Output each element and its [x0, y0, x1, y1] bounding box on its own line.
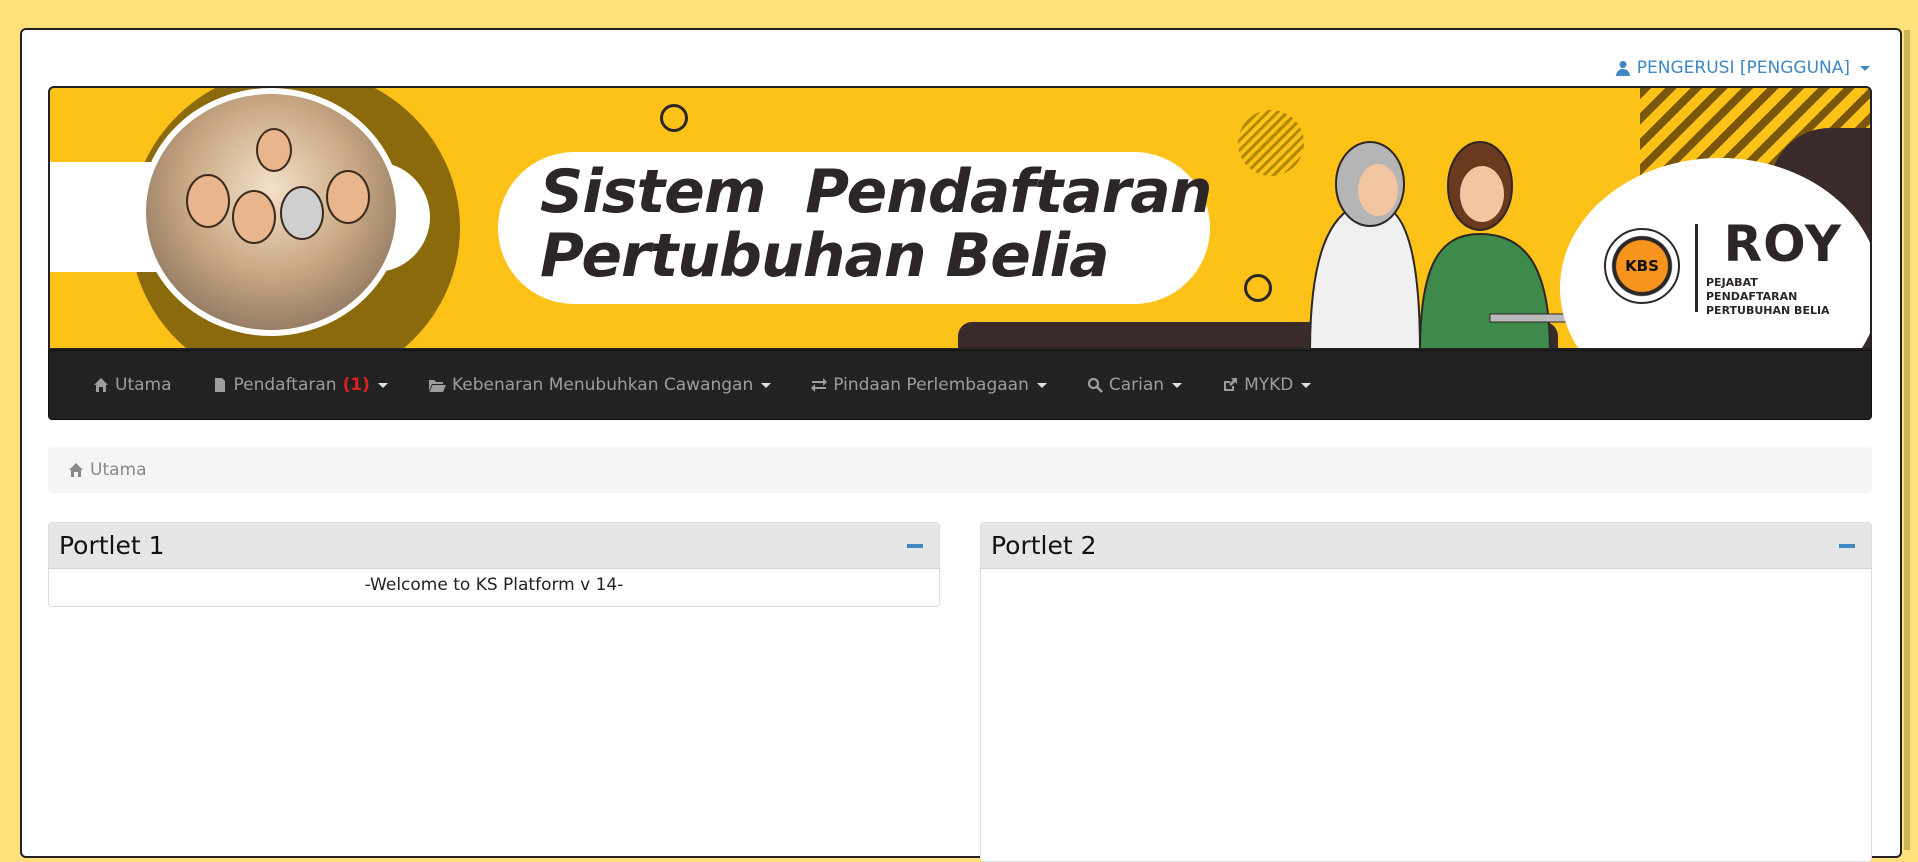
nav-item-mykd[interactable]: MYKD	[1202, 351, 1331, 419]
transfer-icon	[811, 378, 828, 392]
nav-item-label: Pendaftaran	[233, 375, 337, 395]
nav-item-label: Carian	[1108, 375, 1165, 395]
nav-item-carian[interactable]: Carian	[1067, 351, 1202, 419]
collapse-button[interactable]	[907, 543, 923, 548]
breadcrumb: Utama	[48, 447, 1872, 493]
banner-title-line-2: Pertubuhan Belia	[540, 221, 1110, 291]
portlet-title: Portlet 2	[991, 531, 1097, 560]
portlet-2: Portlet 2	[980, 522, 1872, 862]
roy-logo-subtitle-line-1: PEJABAT PENDAFTARAN	[1706, 276, 1798, 303]
chevron-down-icon	[761, 382, 772, 388]
banner-photo-figure	[256, 128, 292, 172]
collapse-button[interactable]	[1839, 543, 1855, 548]
banner-photo-figure	[232, 190, 276, 244]
nav-item-label: Kebenaran Menubuhkan Cawangan	[451, 375, 754, 395]
notification-count-badge: (1)	[342, 375, 370, 395]
main-navbar: Utama Pendaftaran (1) Kebenaran Menubuhk…	[48, 350, 1872, 420]
portlet-body	[981, 569, 1871, 575]
chevron-down-icon	[1860, 65, 1870, 71]
portlet-title: Portlet 1	[59, 531, 165, 560]
user-icon	[1615, 61, 1630, 76]
roy-logo-text: ROY	[1723, 215, 1842, 273]
search-icon	[1087, 377, 1103, 393]
kbs-logo: KBS	[1604, 228, 1680, 304]
nav-item-utama[interactable]: Utama	[73, 351, 192, 419]
external-link-icon	[1224, 378, 1238, 391]
banner-illustration	[1309, 141, 1603, 348]
user-menu[interactable]: PENGERUSI [PENGGUNA]	[1615, 58, 1870, 78]
portlet-header: Portlet 1	[49, 523, 939, 569]
chevron-down-icon	[377, 382, 388, 388]
chevron-down-icon	[1172, 382, 1183, 388]
roy-logo-subtitle-line-2: PERTUBUHAN BELIA	[1706, 304, 1830, 317]
nav-item-pindaan-perlembagaan[interactable]: Pindaan Perlembagaan	[791, 351, 1067, 419]
nav-item-kebenaran-menubuhkan-cawangan[interactable]: Kebenaran Menubuhkan Cawangan	[408, 351, 791, 419]
portlet-1: Portlet 1 -Welcome to KS Platform v 14-	[48, 522, 940, 607]
banner-decoration	[1244, 274, 1272, 302]
portlet-body: -Welcome to KS Platform v 14-	[364, 575, 624, 595]
nav-item-pendaftaran[interactable]: Pendaftaran (1)	[192, 351, 408, 419]
header-banner: Sistem Pendaftaran Pertubuhan Belia KBS …	[48, 86, 1872, 350]
banner-photo-figure	[326, 170, 370, 224]
home-icon	[94, 378, 108, 392]
banner-title-line-1: Sistem Pendaftaran	[540, 157, 1212, 227]
banner-photo-figure	[280, 186, 324, 240]
banner-photo-figure	[186, 174, 230, 228]
kbs-logo-text: KBS	[1625, 257, 1659, 275]
file-icon	[214, 378, 225, 392]
portlet-header: Portlet 2	[981, 523, 1871, 569]
folder-open-icon	[428, 380, 446, 392]
breadcrumb-item-utama[interactable]: Utama	[90, 460, 147, 480]
chevron-down-icon	[1036, 382, 1047, 388]
banner-decoration	[660, 104, 688, 132]
nav-item-label: Pindaan Perlembagaan	[833, 375, 1029, 395]
roy-logo-subtitle: PEJABAT PENDAFTARAN PERTUBUHAN BELIA	[1706, 276, 1842, 318]
nav-item-label: Utama	[115, 375, 172, 395]
nav-item-label: MYKD	[1244, 375, 1294, 395]
logo-divider	[1695, 224, 1698, 312]
chevron-down-icon	[1301, 382, 1312, 388]
home-icon	[69, 463, 83, 477]
banner-group-photo	[140, 88, 402, 336]
user-menu-label: PENGERUSI [PENGGUNA]	[1636, 58, 1850, 78]
page-frame-shadow	[1904, 30, 1910, 850]
banner-title: Sistem Pendaftaran Pertubuhan Belia	[540, 157, 1212, 291]
